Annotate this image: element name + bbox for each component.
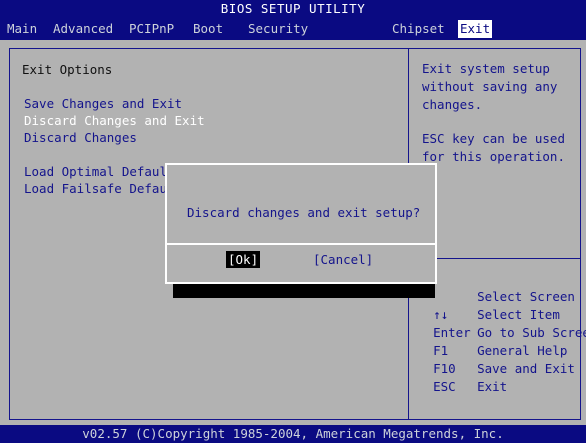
option-discard-changes[interactable]: Discard Changes	[24, 130, 137, 146]
window-title: BIOS SETUP UTILITY	[0, 0, 586, 18]
help-text-line: without saving any	[422, 79, 558, 94]
option-discard-changes-and-exit[interactable]: Discard Changes and Exit	[24, 113, 205, 129]
menu-bar: Main Advanced PCIPnP Boot Security Chips…	[0, 18, 586, 40]
section-title: Exit Options	[22, 62, 113, 77]
option-save-changes-and-exit[interactable]: Save Changes and Exit	[24, 96, 182, 112]
menu-boot[interactable]: Boot	[191, 20, 225, 38]
key-name: ESC	[433, 379, 456, 394]
help-text-line: for this operation.	[422, 149, 565, 164]
option-load-optimal-defaults[interactable]: Load Optimal Defaul	[24, 164, 167, 180]
menu-chipset[interactable]: Chipset	[390, 20, 447, 38]
help-text-line: Exit system setup	[422, 61, 550, 76]
key-legend-row: Select Screen	[418, 270, 575, 304]
help-text-line: ESC key can be used	[422, 131, 565, 146]
menu-main[interactable]: Main	[5, 20, 39, 38]
menu-exit[interactable]: Exit	[458, 20, 493, 38]
cancel-button[interactable]: [Cancel]	[313, 251, 373, 268]
key-action: Exit	[477, 379, 508, 394]
help-text-line: changes.	[422, 97, 483, 112]
ok-button[interactable]: [Ok]	[226, 251, 261, 268]
menu-advanced[interactable]: Advanced	[51, 20, 115, 38]
key-legend-row: ESC Exit	[418, 360, 507, 394]
copyright-footer: v02.57 (C)Copyright 1985-2004, American …	[0, 425, 586, 443]
key-legend-row: F10 Save and Exit	[418, 342, 575, 376]
menu-pcipnp[interactable]: PCIPnP	[127, 20, 176, 38]
dialog-separator	[167, 243, 435, 245]
option-load-failsafe-defaults[interactable]: Load Failsafe Defau	[24, 181, 167, 197]
menu-security[interactable]: Security	[246, 20, 310, 38]
dialog-message: Discard changes and exit setup?	[187, 205, 421, 220]
confirm-dialog: Discard changes and exit setup? [Ok] [Ca…	[165, 163, 437, 284]
key-legend-row: F1 General Help	[418, 324, 567, 358]
key-legend-row: Enter Go to Sub Screen	[418, 306, 586, 340]
key-legend-row: ↑↓ Select Item	[418, 288, 560, 322]
